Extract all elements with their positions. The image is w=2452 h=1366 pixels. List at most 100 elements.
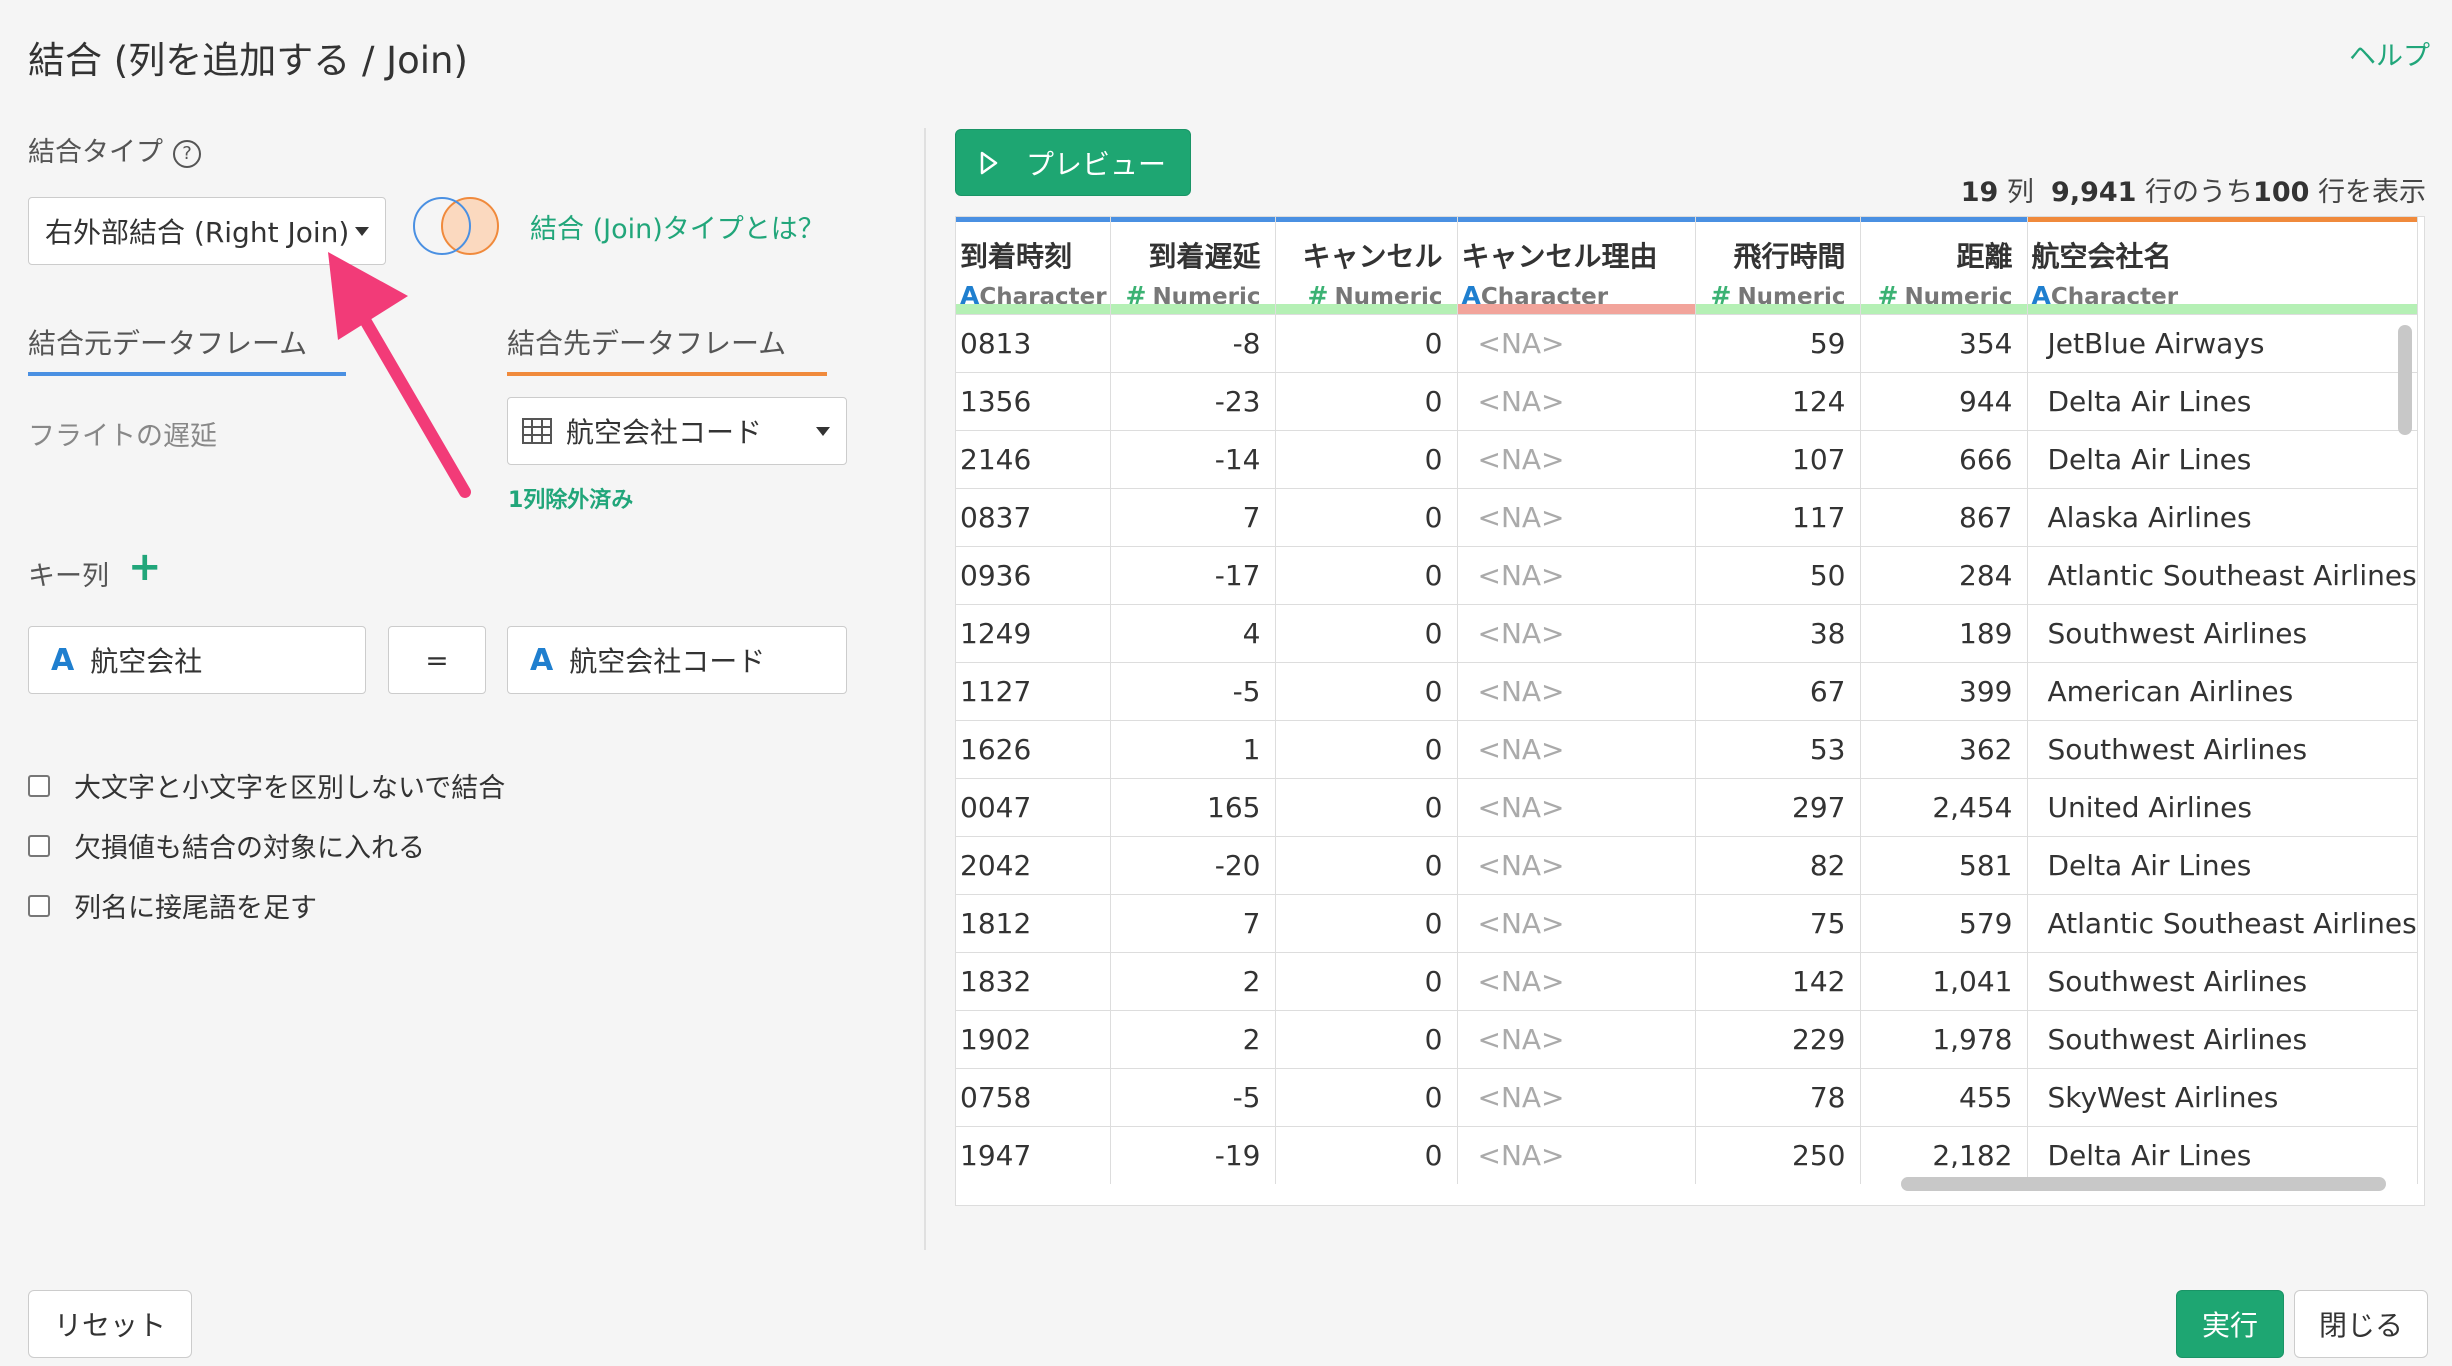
column-quality-bar [956, 304, 1110, 314]
option-label: 列名に接尾語を足す [74, 893, 317, 924]
column-count: 19 [1960, 177, 1999, 208]
column-header[interactable]: 距離 # Numeric [1860, 217, 2028, 315]
source-dataframe-tab[interactable]: 結合元データフレーム [28, 322, 307, 362]
table-row: 1902 2 0 <NA> 229 1,978 Southwest Airlines [956, 1010, 2418, 1069]
left-key-value: 航空会社 [90, 645, 203, 678]
key-operator-value: = [425, 643, 449, 677]
left-key-select[interactable]: A 航空会社 [28, 626, 366, 694]
target-dataframe-tab[interactable]: 結合先データフレーム [507, 322, 786, 362]
table-cell: 1,978 [1860, 1010, 2028, 1069]
table-row: 1249 4 0 <NA> 38 189 Southwest Airlines [956, 604, 2418, 663]
table-cell: Southwest Airlines [2027, 952, 2418, 1011]
table-cell: Delta Air Lines [2027, 430, 2418, 489]
preview-table[interactable]: 到着時刻 ACharacter 到着遅延 # Numeric キャンセル # Numeric キ… [955, 216, 2425, 1206]
table-cell: -14 [1110, 430, 1276, 489]
table-row: 1127 -5 0 <NA> 67 399 American Airlines [956, 662, 2418, 721]
table-cell: 7 [1110, 488, 1276, 547]
table-cell: 0 [1275, 546, 1458, 605]
table-cell: 53 [1695, 720, 1861, 779]
table-cell: <NA> [1457, 430, 1696, 489]
option-case-insensitive[interactable]: 大文字と小文字を区別しないで結合 [28, 766, 505, 805]
column-header-top-bar [1275, 217, 1457, 222]
table-cell: 0 [1275, 952, 1458, 1011]
table-cell: 1 [1110, 720, 1276, 779]
right-key-value: 航空会社コード [569, 645, 766, 678]
table-cell: 0 [1275, 430, 1458, 489]
join-type-label: 結合タイプ? [28, 130, 201, 169]
checkbox[interactable] [28, 774, 50, 797]
question-circle-icon[interactable]: ? [173, 139, 201, 168]
table-cell: <NA> [1457, 952, 1696, 1011]
annotation-arrow-icon [328, 252, 471, 498]
vertical-scrollbar[interactable] [2398, 325, 2412, 435]
table-cell: 75 [1695, 894, 1861, 953]
column-unit: 列 [2006, 177, 2034, 208]
target-dataframe-select[interactable]: 航空会社コード [507, 397, 847, 465]
table-cell: 0 [1275, 662, 1458, 721]
table-cell: 579 [1860, 894, 2028, 953]
help-link[interactable]: ヘルプ [2349, 34, 2430, 73]
row-column-summary: 19 列 9,941 行のうち100 行を表示 [1961, 170, 2426, 209]
column-quality-bar [1695, 304, 1860, 314]
table-cell: 117 [1695, 488, 1861, 547]
key-operator[interactable]: = [388, 626, 486, 694]
venn-diagram-icon [413, 197, 499, 255]
table-row: 1812 7 0 <NA> 75 579 Atlantic Southeast Airlin… [956, 894, 2418, 953]
table-cell: <NA> [1457, 372, 1696, 431]
table-cell: 0 [1275, 1126, 1458, 1184]
table-cell: 0 [1275, 894, 1458, 953]
option-add-suffix[interactable]: 列名に接尾語を足す [28, 886, 317, 925]
plus-icon[interactable]: + [128, 547, 162, 587]
horizontal-scrollbar[interactable] [1901, 1177, 2386, 1191]
column-quality-bar [1110, 304, 1275, 314]
column-header[interactable]: 到着遅延 # Numeric [1110, 217, 1276, 315]
checkbox[interactable] [28, 894, 50, 917]
table-cell: 1,041 [1860, 952, 2028, 1011]
table-cell: 124 [1695, 372, 1861, 431]
preview-button[interactable]: プレビュー [955, 129, 1191, 196]
option-include-missing[interactable]: 欠損値も結合の対象に入れる [28, 826, 425, 865]
table-row: 0813 -8 0 <NA> 59 354 JetBlue Airways [956, 314, 2418, 373]
table-row: 2146 -14 0 <NA> 107 666 Delta Air Lines [956, 430, 2418, 489]
column-name: 到着時刻 [960, 240, 1073, 273]
right-key-select[interactable]: A 航空会社コード [507, 626, 847, 694]
reset-button[interactable]: リセット [28, 1290, 192, 1358]
table-cell: 2 [1110, 1010, 1276, 1069]
table-cell: Delta Air Lines [2027, 1126, 2418, 1184]
table-body: 0813 -8 0 <NA> 59 354 JetBlue Airways 1356 -23 0 <… [956, 314, 2418, 1184]
table-cell: 0 [1275, 604, 1458, 663]
table-row: 0047 165 0 <NA> 297 2,454 United Airlines [956, 778, 2418, 837]
run-button[interactable]: 実行 [2176, 1290, 2284, 1358]
column-header[interactable]: キャンセル # Numeric [1275, 217, 1458, 315]
checkbox[interactable] [28, 834, 50, 857]
table-cell: 354 [1860, 314, 2028, 373]
column-header[interactable]: 飛行時間 # Numeric [1695, 217, 1861, 315]
table-cell: 2,454 [1860, 778, 2028, 837]
table-cell: Southwest Airlines [2027, 720, 2418, 779]
key-columns-label: キー列 [28, 561, 109, 592]
column-quality-bar [1860, 304, 2027, 314]
table-cell: -5 [1110, 1068, 1276, 1127]
close-button[interactable]: 閉じる [2294, 1290, 2428, 1358]
table-cell: 0 [1275, 1068, 1458, 1127]
table-cell: Delta Air Lines [2027, 836, 2418, 895]
column-name: 飛行時間 [1733, 240, 1846, 273]
table-cell: American Airlines [2027, 662, 2418, 721]
join-type-help-link[interactable]: 結合 (Join)タイプとは？ [530, 207, 825, 246]
column-header[interactable]: 到着時刻 ACharacter [956, 217, 1111, 315]
join-type-select[interactable]: 右外部結合 (Right Join) [28, 197, 386, 265]
table-cell: 250 [1695, 1126, 1861, 1184]
column-header[interactable]: 航空会社名 ACharacter [2027, 217, 2418, 315]
preview-button-label: プレビュー [1025, 147, 1166, 181]
column-header[interactable]: キャンセル理由 ACharacter [1457, 217, 1696, 315]
table-cell: Delta Air Lines [2027, 372, 2418, 431]
preview-data-table: 到着時刻 ACharacter 到着遅延 # Numeric キャンセル # Numeric キ… [956, 217, 2418, 1184]
table-cell: 0 [1275, 1010, 1458, 1069]
excluded-columns-note[interactable]: 1列除外済み [508, 482, 633, 514]
table-cell: 7 [1110, 894, 1276, 953]
table-cell: 0 [1275, 488, 1458, 547]
table-cell: <NA> [1457, 894, 1696, 953]
table-cell: 2 [1110, 952, 1276, 1011]
column-header-top-bar [1457, 217, 1695, 222]
option-label: 大文字と小文字を区別しないで結合 [74, 773, 506, 804]
